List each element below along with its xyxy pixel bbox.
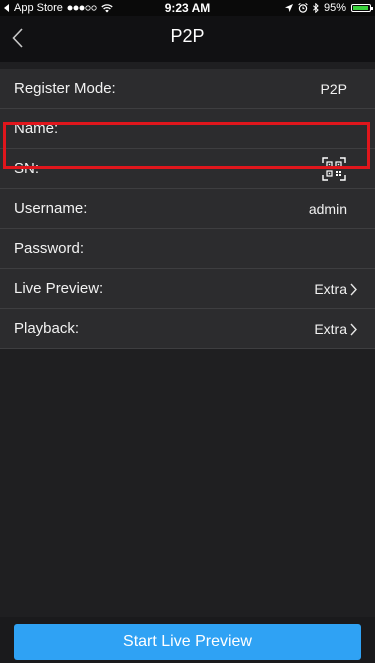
- register-mode-row[interactable]: Register Mode: P2P: [0, 69, 375, 109]
- playback-row[interactable]: Playback: Extra: [0, 309, 375, 349]
- password-label: Password:: [14, 240, 85, 257]
- username-row[interactable]: Username: admin: [0, 189, 375, 229]
- name-label: Name:: [14, 120, 59, 137]
- location-arrow-icon: [284, 4, 293, 12]
- playback-label: Playback:: [14, 320, 80, 337]
- username-label: Username:: [14, 200, 88, 217]
- status-bar: App Store 9:23 AM 95%: [0, 0, 375, 16]
- status-right: 95%: [284, 0, 373, 16]
- playback-value: Extra: [314, 321, 347, 337]
- username-field[interactable]: admin: [309, 189, 347, 229]
- battery-tip: [371, 7, 373, 10]
- navigation-bar: P2P: [0, 16, 375, 62]
- battery-level: [353, 6, 368, 10]
- live-preview-selector[interactable]: Extra: [314, 269, 357, 309]
- device-form: Register Mode: P2P Name: SN: Username: a…: [0, 69, 375, 349]
- qr-scan-icon[interactable]: [322, 157, 346, 181]
- battery-percent: 95%: [323, 2, 346, 14]
- password-row[interactable]: Password:: [0, 229, 375, 269]
- start-live-preview-button[interactable]: Start Live Preview: [14, 624, 361, 660]
- bottom-bar: Start Live Preview: [0, 617, 375, 663]
- name-row[interactable]: Name:: [0, 109, 375, 149]
- page-title: P2P: [170, 26, 205, 46]
- bluetooth-icon: [313, 3, 319, 13]
- live-preview-label: Live Preview:: [14, 280, 104, 297]
- alarm-icon: [298, 3, 308, 13]
- live-preview-row[interactable]: Live Preview: Extra: [0, 269, 375, 309]
- live-preview-value: Extra: [314, 281, 347, 297]
- chevron-right-icon: [350, 283, 357, 295]
- register-mode-label: Register Mode:: [14, 80, 116, 97]
- chevron-right-icon: [350, 323, 357, 335]
- sn-row[interactable]: SN:: [0, 149, 375, 189]
- sn-label: SN:: [14, 160, 40, 177]
- playback-selector[interactable]: Extra: [314, 309, 357, 349]
- battery-icon: [351, 4, 373, 12]
- register-mode-value: P2P: [320, 81, 347, 97]
